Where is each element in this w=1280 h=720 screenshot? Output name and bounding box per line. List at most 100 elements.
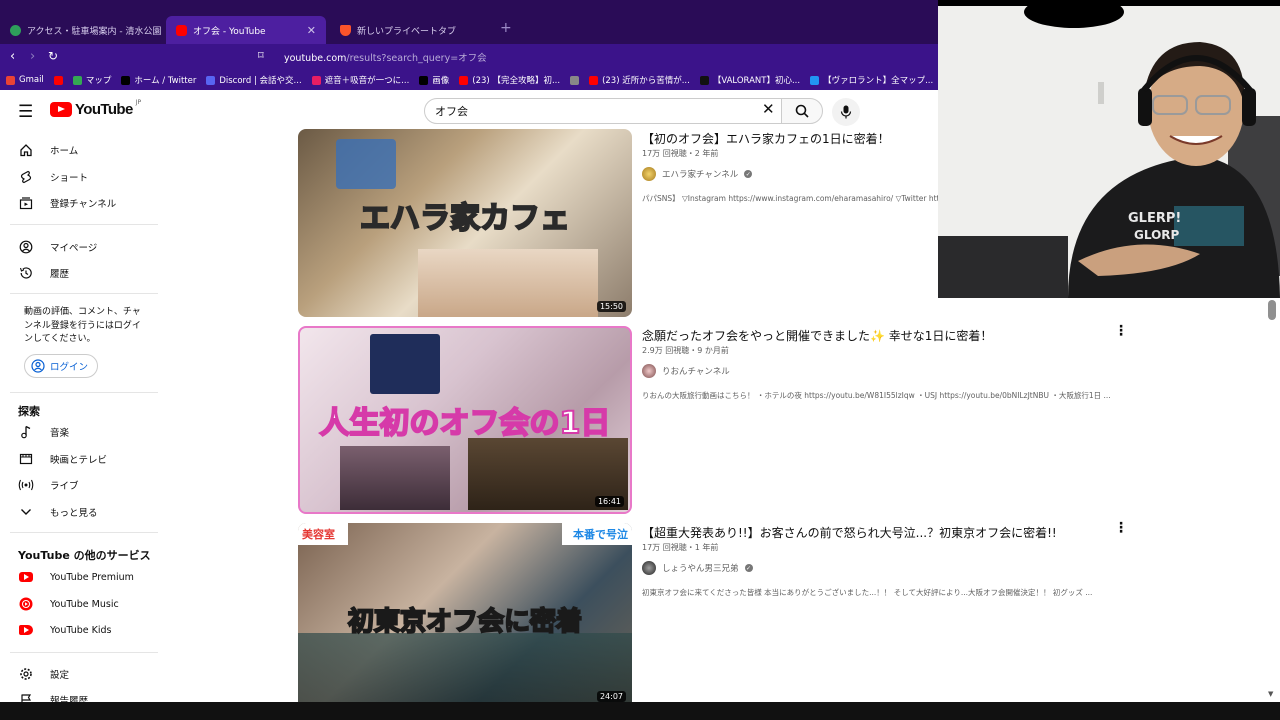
youtube-favicon-icon	[176, 24, 187, 36]
more-actions-icon[interactable]: ⋮	[1114, 520, 1128, 536]
video-meta: 17万 回視聴・1 年前	[642, 543, 719, 552]
tab-title: 新しいプライベートタブ	[357, 26, 457, 37]
youtube-play-icon	[50, 102, 72, 117]
sidebar-item-live[interactable]: ライブ	[18, 477, 79, 493]
video-meta: 2.9万 回視聴・9 か月前	[642, 346, 729, 355]
browser-tab[interactable]: 新しいプライベートタブ	[330, 16, 490, 44]
bookmark-item[interactable]: 【VALORANT】初心...	[699, 74, 800, 86]
video-thumbnail[interactable]: エハラ家カフェ 15:50	[298, 129, 632, 317]
sidebar-item-label: 報告履歴	[50, 696, 89, 702]
account-icon	[18, 239, 34, 255]
video-title[interactable]: 【初のオフ会】エハラ家カフェの1日に密着！	[642, 130, 890, 147]
sidebar-item-youtube-music[interactable]: YouTube Music	[18, 596, 119, 612]
bookmark-favicon-icon	[6, 75, 15, 85]
bookmark-item[interactable]: 画像	[419, 74, 449, 86]
reload-icon[interactable]: ↻	[48, 49, 58, 63]
search-button[interactable]	[781, 98, 823, 124]
new-tab-button[interactable]: +	[500, 20, 512, 36]
bookmark-item[interactable]	[53, 75, 63, 85]
sidebar-divider	[10, 293, 158, 294]
url-host: youtube.com	[284, 53, 347, 64]
bookmark-favicon-icon	[459, 75, 469, 85]
sidebar-item-history[interactable]: 履歴	[18, 265, 69, 281]
sidebar-item-movies[interactable]: 映画とテレビ	[18, 451, 107, 467]
brave-favicon-icon	[340, 24, 351, 36]
sidebar-divider	[10, 532, 158, 533]
channel-link[interactable]: しょうやん男三兄弟 ✓	[642, 561, 753, 575]
thumb-group-decor	[340, 446, 450, 510]
sidebar-item-shorts[interactable]: ショート	[18, 169, 88, 185]
search-value: オフ会	[435, 105, 468, 118]
sidebar-item-label: 映画とテレビ	[50, 455, 108, 466]
clear-search-icon[interactable]: ✕	[762, 100, 775, 118]
bookmark-item[interactable]: ホーム / Twitter	[121, 74, 196, 86]
more-actions-icon[interactable]: ⋮	[1114, 323, 1128, 339]
close-icon[interactable]: ✕	[307, 24, 316, 37]
search-input[interactable]: オフ会	[424, 98, 782, 124]
sidebar-item-subscriptions[interactable]: 登録チャンネル	[18, 195, 116, 211]
home-icon	[18, 142, 34, 158]
sidebar-item-you[interactable]: マイページ	[18, 239, 97, 255]
shirt-text: GLERP!	[1128, 211, 1181, 226]
back-icon[interactable]: ‹	[10, 49, 15, 64]
thumbnail-caption: 人生初のオフ会の1日	[319, 405, 612, 442]
video-thumbnail[interactable]: 美容室 本番で号泣 初東京オフ会に密着 24:07	[298, 523, 632, 702]
channel-name: しょうやん男三兄弟	[662, 564, 739, 574]
bookmark-favicon-icon	[810, 75, 820, 85]
bookmark-item[interactable]: (23) 近所から苦情が...	[589, 74, 690, 86]
bookmark-icon[interactable]: ⌑	[258, 49, 264, 62]
shirt-text: GLORP	[1134, 228, 1180, 242]
bookmark-item[interactable]: (23) 【完全攻略】初...	[459, 74, 560, 86]
sidebar-divider	[10, 652, 158, 653]
bookmark-item[interactable]: 【ヴァロラント】全マップ...	[810, 74, 933, 86]
sidebar-item-music[interactable]: 音楽	[18, 424, 69, 440]
bookmark-item[interactable]: マップ	[72, 74, 111, 86]
youtube-logo[interactable]: YouTube JP	[50, 99, 141, 118]
channel-link[interactable]: りおんチャンネル	[642, 364, 730, 378]
video-title[interactable]: 念願だったオフ会をやっと開催できました✨ 幸せな1日に密着！	[642, 327, 992, 344]
video-title[interactable]: 【超重大発表あり!!】お客さんの前で怒られ大号泣...？初東京オフ会に密着!!	[642, 524, 1057, 541]
thumb-corner-label: 美容室	[302, 528, 335, 541]
page-scrollbar[interactable]	[1268, 300, 1276, 320]
shorts-icon	[18, 169, 34, 185]
thumbnail-caption: エハラ家カフェ	[359, 200, 571, 237]
bookmark-item[interactable]	[570, 75, 580, 85]
channel-link[interactable]: エハラ家チャンネル ✓	[642, 167, 753, 181]
hamburger-menu-icon[interactable]: ☰	[18, 102, 33, 122]
video-thumbnail[interactable]: 人生初のオフ会の1日 16:41	[298, 326, 632, 514]
site-favicon-icon	[10, 24, 21, 36]
channel-name: りおんチャンネル	[662, 367, 730, 377]
explore-heading: 探索	[18, 405, 40, 418]
forward-icon[interactable]: ›	[30, 49, 35, 64]
sidebar-item-label: 音楽	[50, 428, 70, 439]
sidebar-item-settings[interactable]: 設定	[18, 666, 69, 682]
browser-tab-active[interactable]: オフ会 - YouTube ✕	[166, 16, 326, 44]
search-icon	[795, 104, 809, 118]
bookmark-label: 画像	[432, 76, 450, 86]
bookmark-item[interactable]: 遮音＋吸音が一つに...	[311, 74, 409, 86]
login-label: ログイン	[50, 362, 89, 373]
bookmark-item[interactable]: Discord | 会話や交...	[206, 74, 302, 86]
verified-icon: ✓	[744, 564, 753, 572]
sidebar-item-label: YouTube Kids	[50, 624, 112, 636]
sidebar-item-label: ホーム	[50, 146, 79, 157]
video-description: 初東京オフ会に来てくださった皆様 本当にありがとうございました...！！ そして…	[642, 588, 1093, 597]
bookmark-favicon-icon	[311, 75, 321, 85]
bookmark-label: ホーム / Twitter	[134, 76, 197, 86]
bookmark-item[interactable]: Gmail	[6, 75, 44, 85]
scroll-down-arrow-icon[interactable]: ▼	[1268, 690, 1273, 698]
sidebar-item-more[interactable]: もっと見る	[18, 504, 98, 520]
sidebar-item-label: YouTube Music	[50, 598, 119, 610]
sidebar-item-report-history[interactable]: 報告履歴	[18, 692, 88, 702]
voice-search-button[interactable]	[832, 98, 860, 126]
live-icon	[18, 477, 34, 493]
video-description: りおんの大阪旅行動画はこちら！ ・ホテルの夜 https://youtu.be/…	[642, 391, 1111, 400]
sidebar-item-home[interactable]: ホーム	[18, 142, 78, 158]
sidebar-item-youtube-kids[interactable]: YouTube Kids	[18, 622, 112, 638]
music-icon	[18, 424, 34, 440]
youtube-music-icon	[19, 597, 33, 611]
login-button[interactable]: ログイン	[24, 354, 98, 378]
url-field[interactable]: youtube.com/results?search_query=オフ会	[284, 50, 487, 64]
sidebar-item-youtube-premium[interactable]: YouTube Premium	[18, 569, 134, 585]
browser-tab[interactable]: アクセス・駐車場案内 - 清水公園 公式	[0, 16, 162, 44]
